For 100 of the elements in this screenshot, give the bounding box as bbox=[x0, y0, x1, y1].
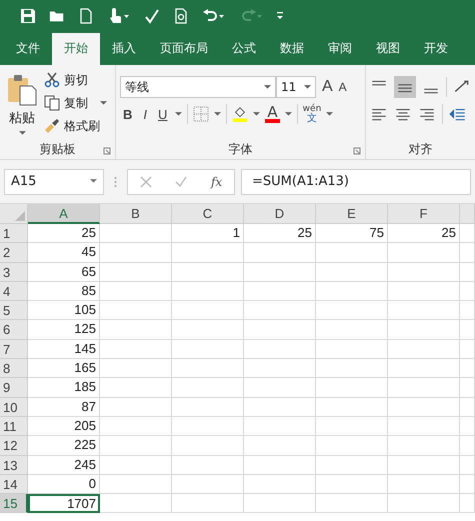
table-cell[interactable]: 0 bbox=[28, 474, 100, 494]
table-cell[interactable] bbox=[388, 340, 460, 360]
row-header[interactable]: 12 bbox=[0, 436, 28, 456]
undo-icon[interactable] bbox=[202, 8, 226, 24]
row-header[interactable]: 5 bbox=[0, 301, 28, 320]
table-cell[interactable] bbox=[460, 416, 475, 436]
table-cell[interactable]: 25 bbox=[28, 224, 100, 244]
table-cell[interactable] bbox=[100, 282, 172, 302]
table-cell[interactable] bbox=[172, 243, 244, 263]
table-cell[interactable] bbox=[244, 416, 316, 436]
table-cell[interactable] bbox=[316, 262, 388, 282]
caret-icon[interactable] bbox=[284, 112, 292, 116]
table-cell[interactable] bbox=[460, 436, 475, 456]
table-cell[interactable] bbox=[172, 378, 244, 398]
row-header[interactable]: 2 bbox=[0, 243, 28, 263]
table-cell[interactable] bbox=[316, 456, 388, 475]
cancel-icon[interactable] bbox=[140, 176, 152, 188]
format-painter-button[interactable]: 格式刷 bbox=[44, 116, 107, 136]
table-cell[interactable]: 25 bbox=[244, 224, 316, 244]
table-cell[interactable] bbox=[460, 320, 475, 340]
row-header[interactable]: 8 bbox=[0, 359, 28, 378]
row-header[interactable]: 13 bbox=[0, 456, 28, 475]
table-cell[interactable] bbox=[100, 359, 172, 378]
table-cell[interactable] bbox=[316, 359, 388, 378]
table-cell[interactable] bbox=[244, 320, 316, 340]
fill-color-icon[interactable] bbox=[232, 106, 248, 122]
table-cell[interactable] bbox=[244, 436, 316, 456]
table-cell[interactable]: 65 bbox=[28, 262, 100, 282]
table-cell[interactable] bbox=[244, 456, 316, 475]
table-cell[interactable] bbox=[316, 301, 388, 320]
caret-icon[interactable] bbox=[214, 112, 222, 116]
ribbon-tab[interactable]: 视图 bbox=[364, 33, 412, 65]
table-cell[interactable] bbox=[388, 301, 460, 320]
table-cell[interactable] bbox=[244, 301, 316, 320]
table-cell[interactable] bbox=[100, 320, 172, 340]
table-cell[interactable] bbox=[460, 456, 475, 475]
table-cell[interactable]: 85 bbox=[28, 282, 100, 302]
table-cell[interactable] bbox=[172, 262, 244, 282]
table-cell[interactable]: 87 bbox=[28, 398, 100, 417]
table-cell[interactable] bbox=[100, 340, 172, 360]
table-cell[interactable] bbox=[244, 359, 316, 378]
underline-button[interactable]: U bbox=[155, 106, 170, 122]
table-cell[interactable] bbox=[460, 474, 475, 494]
save-icon[interactable] bbox=[20, 8, 36, 24]
table-cell[interactable] bbox=[244, 243, 316, 263]
row-header[interactable]: 7 bbox=[0, 340, 28, 360]
table-cell[interactable] bbox=[316, 282, 388, 302]
table-cell[interactable]: 125 bbox=[28, 320, 100, 340]
table-cell[interactable] bbox=[172, 340, 244, 360]
table-cell[interactable] bbox=[460, 398, 475, 417]
table-cell[interactable] bbox=[388, 436, 460, 456]
table-cell[interactable]: 245 bbox=[28, 456, 100, 475]
table-cell[interactable]: 185 bbox=[28, 378, 100, 398]
table-cell[interactable] bbox=[244, 378, 316, 398]
table-cell[interactable]: 165 bbox=[28, 359, 100, 378]
check-icon[interactable] bbox=[175, 176, 188, 188]
table-cell[interactable] bbox=[316, 320, 388, 340]
caret-icon[interactable] bbox=[175, 112, 182, 116]
row-header[interactable]: 4 bbox=[0, 282, 28, 302]
formula-field[interactable]: =SUM(A1:A13) bbox=[241, 168, 471, 194]
table-cell[interactable] bbox=[100, 398, 172, 417]
dialog-launcher-icon[interactable] bbox=[353, 147, 361, 155]
table-cell[interactable]: 145 bbox=[28, 340, 100, 360]
row-header[interactable]: 1 bbox=[0, 224, 28, 244]
table-cell[interactable] bbox=[244, 262, 316, 282]
paste-button[interactable]: 粘贴 bbox=[4, 70, 40, 139]
table-cell[interactable] bbox=[172, 416, 244, 436]
table-cell[interactable]: 225 bbox=[28, 436, 100, 456]
shrink-font-button[interactable]: A bbox=[338, 80, 347, 94]
table-cell[interactable] bbox=[388, 398, 460, 417]
table-cell[interactable] bbox=[100, 243, 172, 263]
grow-font-button[interactable]: A bbox=[322, 78, 333, 96]
row-header[interactable]: 6 bbox=[0, 320, 28, 340]
table-cell[interactable] bbox=[460, 262, 475, 282]
caret-icon[interactable] bbox=[253, 112, 260, 116]
table-cell[interactable] bbox=[460, 224, 475, 244]
ribbon-tab[interactable]: 公式 bbox=[220, 33, 268, 65]
table-cell[interactable] bbox=[316, 416, 388, 436]
table-cell[interactable]: 1707 bbox=[28, 494, 100, 514]
insert-function-button[interactable]: fx bbox=[210, 174, 222, 188]
ribbon-tab[interactable]: 文件 bbox=[4, 33, 52, 65]
middle-align-button[interactable] bbox=[394, 76, 416, 98]
ribbon-tab[interactable]: 开始 bbox=[52, 33, 100, 65]
table-cell[interactable] bbox=[244, 494, 316, 514]
row-header[interactable]: 14 bbox=[0, 474, 28, 494]
phonetic-guide-button[interactable]: wén 文 bbox=[302, 104, 322, 124]
table-cell[interactable] bbox=[172, 474, 244, 494]
table-cell[interactable] bbox=[100, 456, 172, 475]
column-header[interactable]: A bbox=[28, 204, 100, 224]
table-cell[interactable] bbox=[388, 456, 460, 475]
table-cell[interactable] bbox=[460, 340, 475, 360]
column-header[interactable]: D bbox=[244, 204, 316, 224]
table-cell[interactable] bbox=[172, 301, 244, 320]
table-cell[interactable] bbox=[100, 436, 172, 456]
table-cell[interactable] bbox=[460, 282, 475, 302]
table-cell[interactable] bbox=[172, 398, 244, 417]
row-header[interactable]: 11 bbox=[0, 416, 28, 436]
ribbon-tab[interactable]: 开发 bbox=[412, 33, 460, 65]
table-cell[interactable] bbox=[316, 340, 388, 360]
table-cell[interactable] bbox=[388, 494, 460, 514]
